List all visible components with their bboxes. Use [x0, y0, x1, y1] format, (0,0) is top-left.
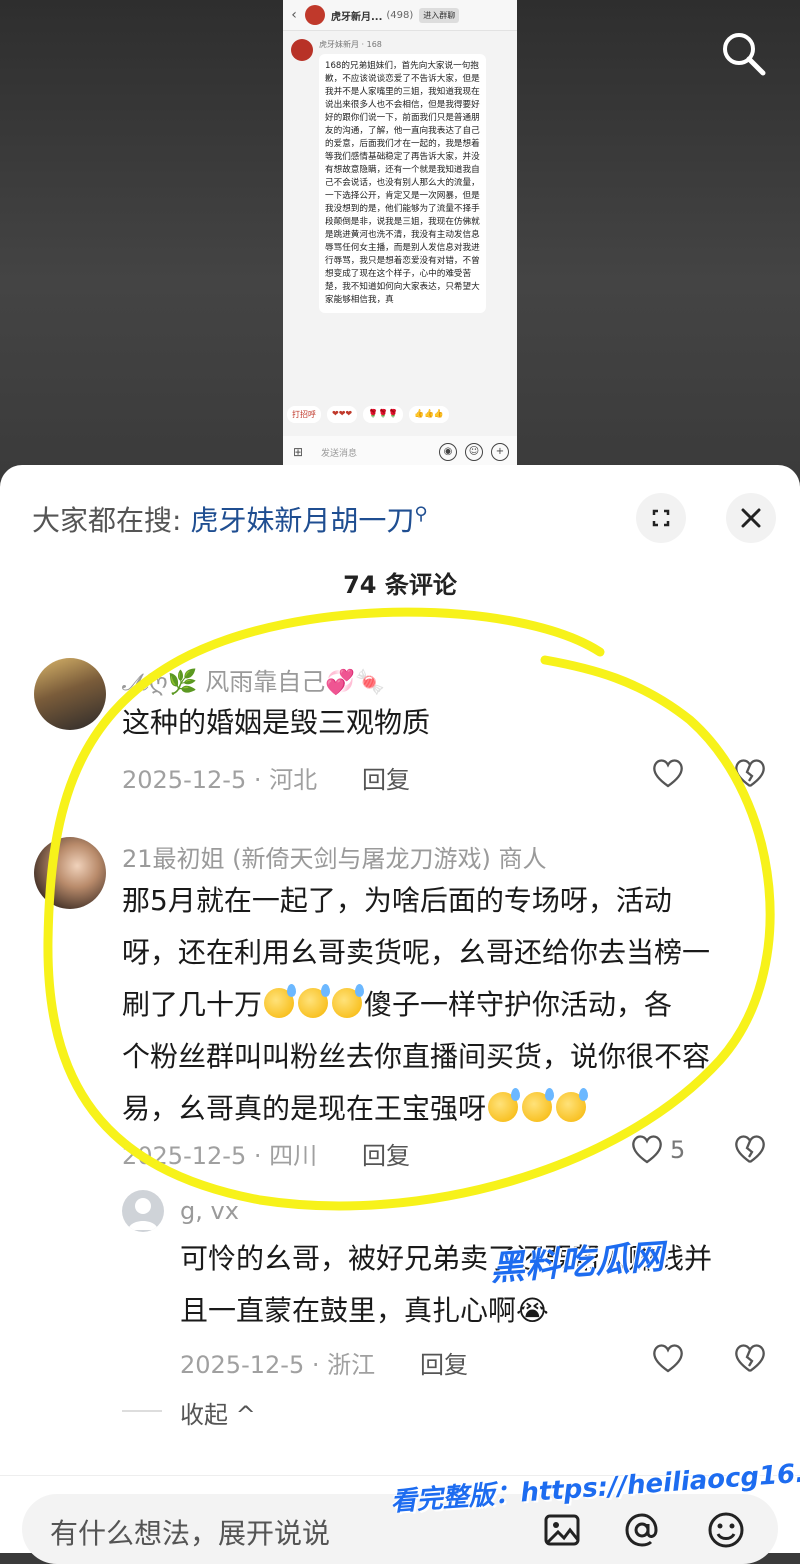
dislike-broken-heart-icon[interactable] — [733, 1342, 767, 1374]
back-icon: ‹ — [291, 7, 297, 23]
sweat-emoji-icon — [298, 984, 331, 1018]
comment-text-line: 个粉丝群叫叫粉丝去你直播间买货，说你很不容 — [122, 1040, 711, 1073]
comment-username[interactable]: g, vx — [180, 1197, 239, 1225]
embedded-chat-screenshot: ‹ 虎牙新月... (498) 进入群聊 虎牙妹新月 · 168 168的兄弟姐… — [283, 0, 517, 468]
image-icon[interactable] — [542, 1510, 582, 1550]
reply-button[interactable]: 回复 — [362, 760, 410, 795]
comment-username[interactable]: 21最初姐 (新倚天剑与屠龙刀游戏) 商人 — [122, 839, 547, 874]
dislike-broken-heart-icon[interactable] — [733, 1133, 767, 1165]
chat-input-placeholder: 发送消息 — [321, 448, 358, 459]
sweat-emoji-icon — [556, 1088, 589, 1122]
reply-button[interactable]: 回复 — [420, 1345, 468, 1380]
like-heart-icon[interactable] — [630, 1133, 664, 1165]
avatar[interactable] — [34, 658, 106, 730]
voice-icon: ◉ — [439, 443, 457, 461]
sweat-emoji-icon — [488, 1088, 521, 1122]
search-suggestion[interactable]: 大家都在搜: 虎牙妹新月胡一刀⚲ — [32, 499, 428, 539]
comment-date-location: 2025-12-5 · 河北 — [122, 766, 318, 794]
default-avatar-icon — [128, 1198, 158, 1230]
apps-grid-icon: ⊞ — [293, 445, 304, 459]
like-heart-icon[interactable] — [651, 757, 685, 789]
suggest-keyword[interactable]: 虎牙妹新月胡一刀 — [190, 504, 414, 537]
comment-text-line: 且一直蒙在鼓里，真扎心啊😭 — [180, 1294, 549, 1327]
comment-date-location: 2025-12-5 · 浙江 — [180, 1351, 376, 1379]
avatar[interactable] — [34, 837, 106, 909]
reaction-chip: 🌹🌹🌹 — [363, 406, 403, 423]
reaction-chip: 👍👍👍 — [409, 406, 449, 423]
mention-icon[interactable] — [622, 1510, 662, 1550]
plus-icon: + — [491, 443, 509, 461]
like-count: 5 — [670, 1136, 686, 1164]
like-heart-icon[interactable] — [651, 1342, 685, 1374]
comment-username[interactable]: 𝓜ღ🌿 风雨靠自己💞🍬 — [122, 662, 385, 697]
search-icon[interactable] — [718, 28, 768, 78]
divider — [122, 1410, 162, 1412]
group-avatar — [305, 5, 325, 25]
comment-sheet: 大家都在搜: 虎牙妹新月胡一刀⚲ 74 条评论 𝓜ღ🌿 风雨靠自己💞🍬 这种的婚… — [0, 465, 800, 1564]
expand-icon — [652, 509, 670, 527]
chat-header: ‹ 虎牙新月... (498) 进入群聊 — [283, 0, 517, 31]
comment-text[interactable]: 可怜的幺哥，被好兄弟卖了还要帮人赚钱并 且一直蒙在鼓里，真扎心啊😭 — [180, 1233, 770, 1337]
sweat-emoji-icon — [332, 984, 365, 1018]
search-small-icon: ⚲ — [414, 503, 428, 525]
suggest-prefix: 大家都在搜: — [32, 504, 182, 537]
comment-text-line: 那5月就在一起了，为啥后面的专场呀，活动 — [122, 884, 672, 917]
collapse-replies-button[interactable]: 收起 ^ — [180, 1395, 256, 1430]
reaction-chip: ❤❤❤ — [327, 406, 358, 423]
group-name: 虎牙新月... — [331, 11, 383, 23]
video-background: ‹ 虎牙新月... (498) 进入群聊 虎牙妹新月 · 168 168的兄弟姐… — [0, 0, 800, 470]
close-icon — [741, 508, 761, 528]
comment-text[interactable]: 这种的婚姻是毁三观物质 — [122, 697, 762, 749]
reaction-row: 打招呼 ❤❤❤ 🌹🌹🌹 👍👍👍 — [287, 406, 449, 423]
message-bubble: 168的兄弟姐妹们，首先向大家说一句抱歉，不应该说谈恋爱了不告诉大家，但是我并不… — [319, 54, 486, 313]
comment-count: 74 条评论 — [343, 571, 457, 599]
dislike-broken-heart-icon[interactable] — [733, 757, 767, 789]
comment-text-line: 刷了几十万 傻子一样守护你活动，各 — [122, 979, 772, 1031]
comment-date-location: 2025-12-5 · 四川 — [122, 1142, 318, 1170]
sender-name: 虎牙妹新月 · 168 — [319, 40, 382, 49]
sweat-emoji-icon — [264, 984, 297, 1018]
join-group-label: 进入群聊 — [419, 7, 460, 23]
reaction-chip: 打招呼 — [287, 406, 321, 423]
close-button[interactable] — [726, 493, 776, 543]
emoji-icon[interactable] — [706, 1510, 746, 1550]
comment-text-span: 傻子一样守护你活动，各 — [364, 988, 673, 1021]
sender-avatar — [291, 39, 313, 61]
comment-text-line: 可怜的幺哥，被好兄弟卖了还要帮人赚钱并 — [180, 1242, 713, 1275]
expand-button[interactable] — [636, 493, 686, 543]
comment-text-span: 易，幺哥真的是现在王宝强呀 — [122, 1092, 487, 1125]
chat-input-bar: ⊞ 发送消息 ◉ ☺ + — [283, 436, 517, 468]
comment-text-line: 易，幺哥真的是现在王宝强呀 — [122, 1083, 772, 1135]
chat-message: 虎牙妹新月 · 168 168的兄弟姐妹们，首先向大家说一句抱歉，不应该说谈恋爱… — [283, 31, 517, 313]
comment-text[interactable]: 那5月就在一起了，为啥后面的专场呀，活动 呀，还在利用幺哥卖货呢，幺哥还给你去当… — [122, 875, 772, 1135]
member-count: (498) — [386, 9, 414, 21]
comment-text-span: 刷了几十万 — [122, 988, 263, 1021]
sweat-emoji-icon — [522, 1088, 555, 1122]
avatar[interactable] — [122, 1190, 164, 1232]
reply-button[interactable]: 回复 — [362, 1136, 410, 1171]
comment-text-line: 呀，还在利用幺哥卖货呢，幺哥还给你去当榜一 — [122, 936, 711, 969]
comment-input-placeholder: 有什么想法，展开说说 — [50, 1517, 331, 1550]
emoji-icon: ☺ — [465, 443, 483, 461]
